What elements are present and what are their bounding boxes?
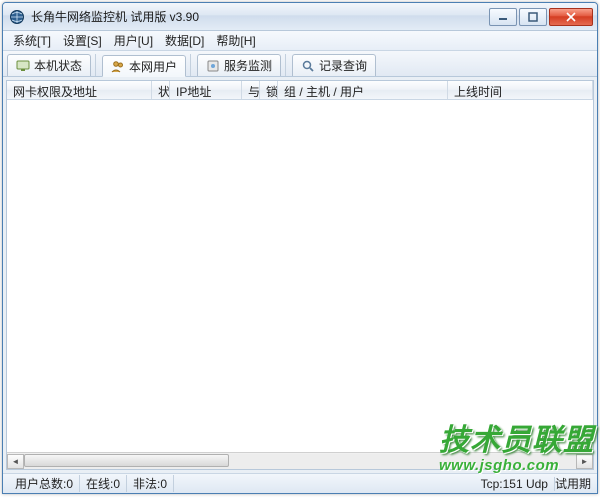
- status-users-total: 用户总数:0: [9, 475, 80, 492]
- status-tcp-udp: Tcp:151 Udp: [475, 477, 555, 491]
- horizontal-scrollbar[interactable]: ◄ ►: [7, 452, 593, 469]
- scroll-track[interactable]: [24, 454, 576, 469]
- column-header-lock[interactable]: 锁: [260, 81, 278, 99]
- title-bar[interactable]: 长角牛网络监控机 试用版 v3.90: [3, 3, 597, 31]
- menu-help[interactable]: 帮助[H]: [210, 31, 261, 50]
- scroll-left-button[interactable]: ◄: [7, 454, 24, 469]
- status-online: 在线:0: [80, 475, 127, 492]
- tab-label: 服务监测: [224, 57, 272, 74]
- window-title: 长角牛网络监控机 试用版 v3.90: [31, 8, 487, 25]
- scroll-right-button[interactable]: ►: [576, 454, 593, 469]
- tab-label: 本网用户: [129, 58, 177, 75]
- app-icon: [9, 9, 25, 25]
- minimize-button[interactable]: [489, 8, 517, 26]
- tab-separator: [190, 54, 193, 76]
- column-header-group[interactable]: 组 / 主机 / 用户: [278, 81, 448, 99]
- column-header-ip[interactable]: IP地址: [170, 81, 242, 99]
- column-header-online-time[interactable]: 上线时间: [448, 81, 593, 99]
- scroll-thumb[interactable]: [24, 454, 229, 467]
- menu-users[interactable]: 用户[U]: [108, 31, 159, 50]
- tab-label: 记录查询: [319, 57, 367, 74]
- maximize-button[interactable]: [519, 8, 547, 26]
- tab-bar: 本机状态 本网用户 服务监测 记录查询: [3, 51, 597, 77]
- column-header-nic[interactable]: 网卡权限及地址: [7, 81, 152, 99]
- tab-separator: [95, 54, 98, 76]
- search-icon: [301, 59, 315, 73]
- window-buttons: [487, 8, 593, 26]
- tab-service-monitor[interactable]: 服务监测: [197, 54, 281, 76]
- tab-separator: [285, 54, 288, 76]
- tab-network-users[interactable]: 本网用户: [102, 55, 186, 77]
- status-bar: 用户总数:0 在线:0 非法:0 Tcp:151 Udp 试用期: [3, 473, 597, 493]
- menu-system[interactable]: 系统[T]: [7, 31, 57, 50]
- users-icon: [111, 59, 125, 73]
- menu-settings[interactable]: 设置[S]: [57, 31, 108, 50]
- status-trial: 试用期: [555, 475, 591, 492]
- status-illegal: 非法:0: [127, 475, 174, 492]
- user-list-body[interactable]: [7, 100, 593, 452]
- column-header-row: 网卡权限及地址 状 IP地址 与 锁 组 / 主机 / 用户 上线时间: [7, 81, 593, 100]
- tab-record-query[interactable]: 记录查询: [292, 54, 376, 76]
- close-button[interactable]: [549, 8, 593, 26]
- tab-label: 本机状态: [34, 57, 82, 74]
- column-header-status[interactable]: 状: [152, 81, 170, 99]
- tab-local-status[interactable]: 本机状态: [7, 54, 91, 76]
- monitor-icon: [16, 59, 30, 73]
- menu-bar: 系统[T] 设置[S] 用户[U] 数据[D] 帮助[H]: [3, 31, 597, 51]
- column-header-with[interactable]: 与: [242, 81, 260, 99]
- app-window: 长角牛网络监控机 试用版 v3.90 系统[T] 设置[S] 用户[U] 数据[…: [2, 2, 598, 494]
- content-area: 网卡权限及地址 状 IP地址 与 锁 组 / 主机 / 用户 上线时间 ◄ ►: [6, 80, 594, 470]
- service-icon: [206, 59, 220, 73]
- menu-data[interactable]: 数据[D]: [159, 31, 210, 50]
